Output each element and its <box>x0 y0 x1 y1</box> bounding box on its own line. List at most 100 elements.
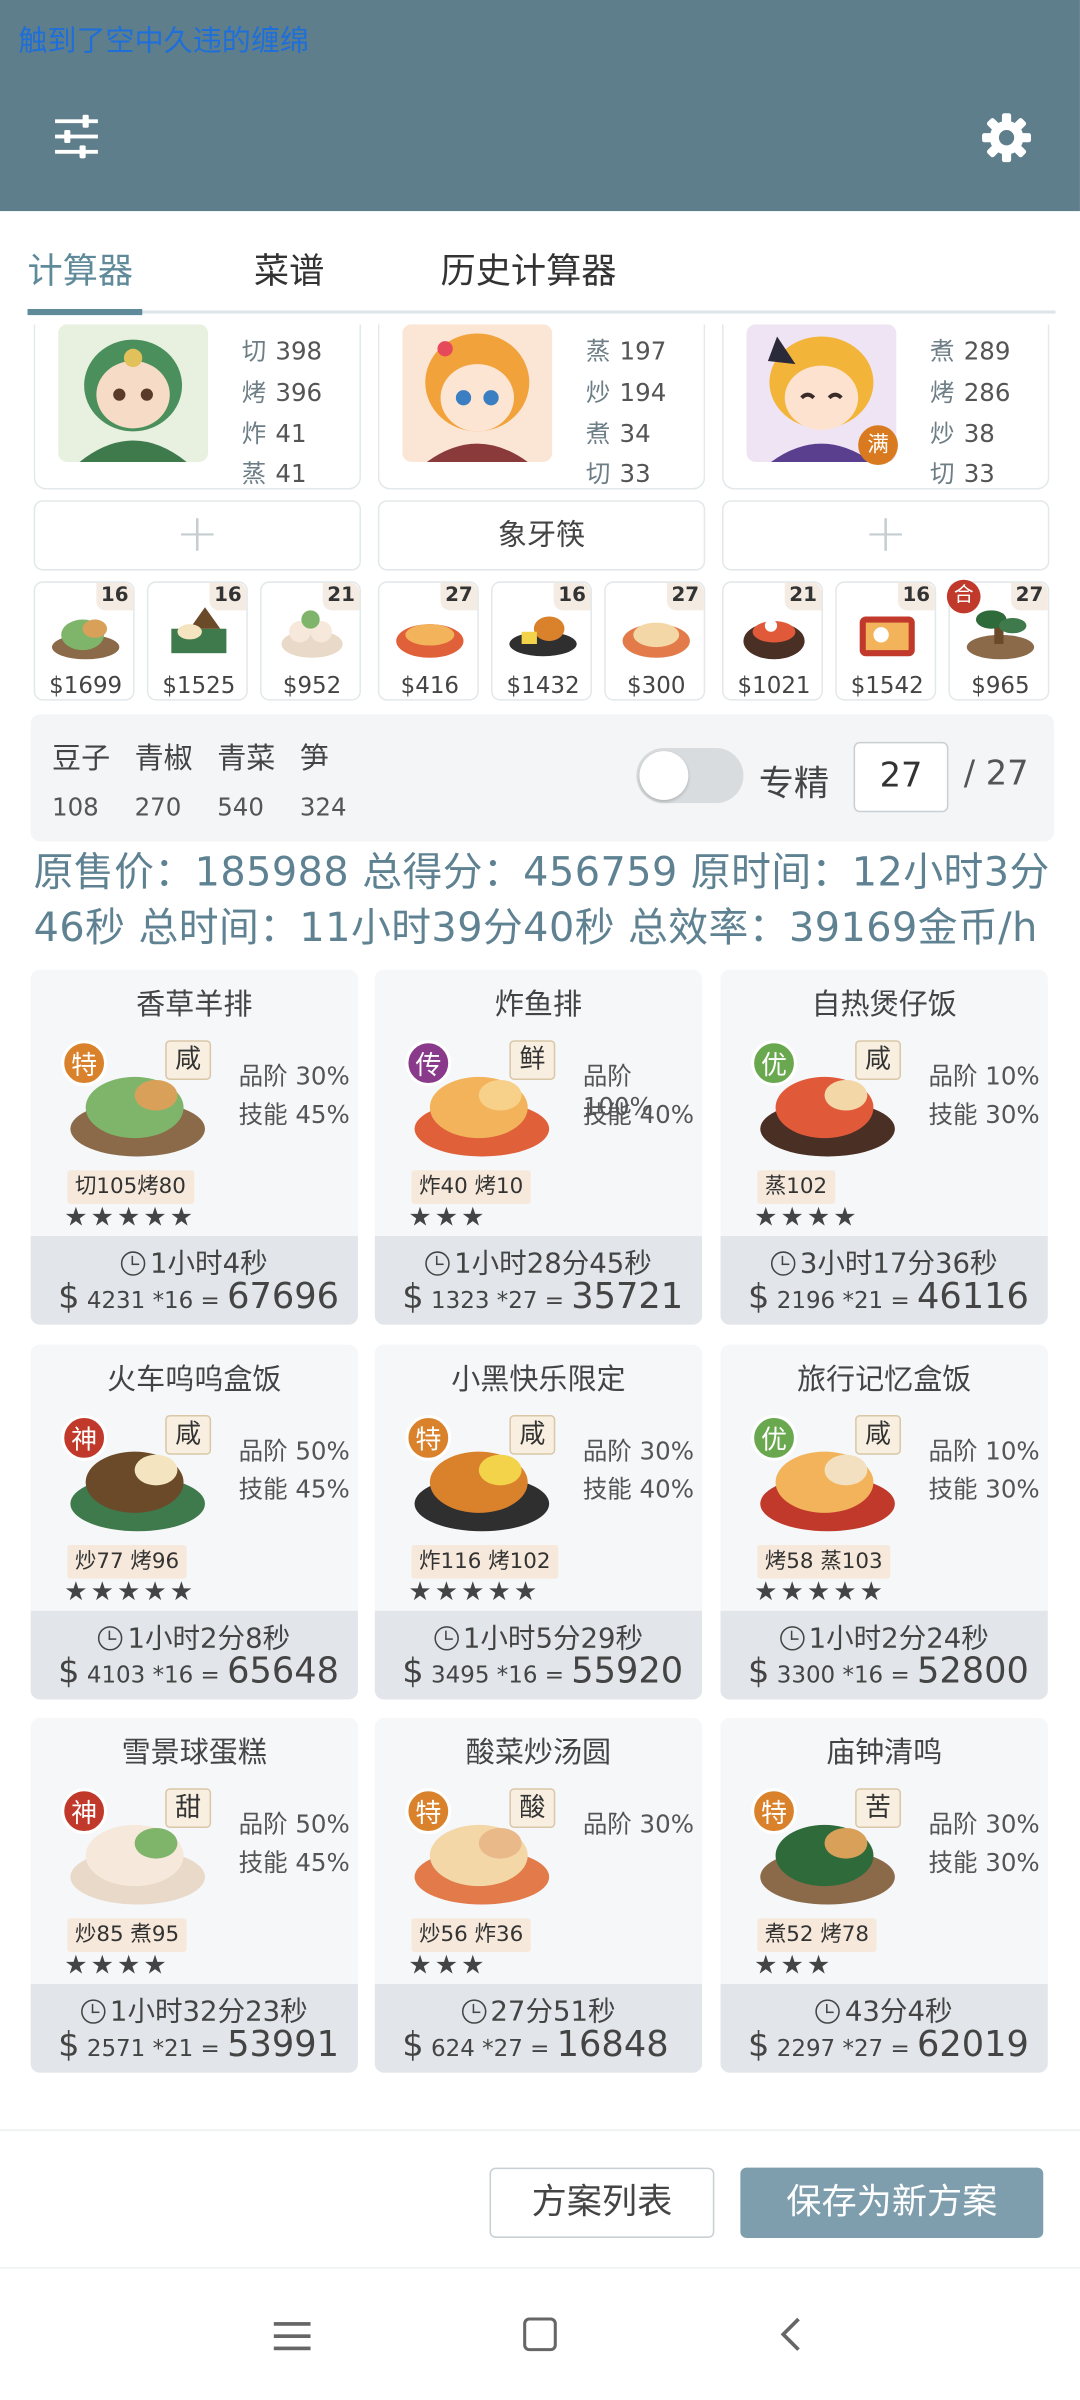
clock-icon <box>98 1626 123 1651</box>
ingredient-item: 笋 324 <box>299 741 347 822</box>
clock-icon <box>80 1999 106 2024</box>
recipe-stats: 27分51秒 $ 624 *27 = 16848 <box>374 1984 703 2073</box>
skill-bonus: 技能 30% <box>928 1847 1040 1877</box>
tab-recipes[interactable]: 菜谱 <box>254 242 324 294</box>
mastery-label: 专精 <box>758 764 830 805</box>
tab-history-calculator[interactable]: 历史计算器 <box>441 242 617 294</box>
recipe-card[interactable]: 旅行记忆盒饭优咸品阶 10% 技能 30% 烤58 蒸103 ★★★★★ 1小时2分24… <box>720 1344 1048 1700</box>
star-rating: ★★★ <box>408 1950 488 1981</box>
mastery-level-input[interactable]: 27 <box>853 741 949 813</box>
recipe-card[interactable]: 小黑快乐限定特咸品阶 30% 技能 40% 炸116 烤102 ★★★★★ 1小时5分2… <box>374 1344 703 1700</box>
recipe-stats: 1小时32分23秒 $ 2571 *21 = 53991 <box>30 1984 358 2073</box>
income-calculation: $ 624 *27 = 16848 <box>402 2025 669 2066</box>
recipe-stats: 1小时5分29秒 $ 3495 *16 = 55920 <box>374 1610 703 1700</box>
dish-thumb[interactable]: 21 $1021 <box>722 581 823 701</box>
flavor-badge: 甜 <box>165 1788 212 1828</box>
rarity-badge: 优 <box>751 1040 797 1087</box>
dish-thumb[interactable]: 16 $1525 <box>146 581 248 701</box>
recipe-card[interactable]: 火车呜呜盒饭神咸品阶 50% 技能 45% 炒77 烤96 ★★★★★ 1小时2分8秒 $… <box>30 1344 358 1700</box>
recipe-name: 自热煲仔饭 <box>811 988 957 1022</box>
dish-thumb[interactable]: 21 $952 <box>260 581 362 701</box>
chef-avatar <box>58 324 209 462</box>
plan-list-button[interactable]: 方案列表 <box>489 2167 715 2238</box>
equipment-slot-1-add[interactable]: + <box>33 500 362 571</box>
star-rating: ★★★★ <box>64 1950 170 1981</box>
tab-divider <box>27 310 1056 314</box>
clock-icon <box>779 1626 805 1651</box>
recipe-card[interactable]: 庙钟清鸣特苦品阶 30% 技能 30% 煮52 烤78 ★★★ 43分4秒 $ 2297 … <box>720 1717 1048 2073</box>
income-calculation: $ 3300 *16 = 52800 <box>748 1652 1029 1692</box>
save-new-plan-button[interactable]: 保存为新方案 <box>740 2167 1044 2238</box>
skill-bonus: 技能 45% <box>238 1099 350 1129</box>
back-icon[interactable] <box>772 2314 812 2354</box>
sliders-icon[interactable] <box>52 113 101 159</box>
rarity-badge: 特 <box>751 1788 797 1835</box>
cook-time: 27分51秒 <box>375 1990 702 2030</box>
skill-requirements: 切105烤80 <box>67 1170 194 1204</box>
dish-thumb[interactable]: 16 $1432 <box>491 581 592 701</box>
ingredients-panel: 豆子 108 青椒 270 青菜 540 笋 324 专精 27 / 27 <box>30 714 1054 842</box>
cook-time: 1小时4秒 <box>31 1242 358 1282</box>
quality-bonus: 品阶 50% <box>238 1436 350 1466</box>
quality-bonus: 品阶 30% <box>238 1061 350 1091</box>
skill-requirements: 煮52 烤78 <box>757 1918 877 1952</box>
app-screen: 触到了空中久违的缠绵 计算器 菜谱 历史计算器 切 398 烤 396 炸 41… <box>0 0 1080 2400</box>
ingredient-item: 青菜 540 <box>217 741 276 822</box>
recipe-stats: 1小时4秒 $ 4231 *16 = 67696 <box>30 1235 358 1325</box>
mastery-toggle[interactable] <box>636 748 744 804</box>
clock-icon <box>770 1251 796 1276</box>
chef-card-3[interactable]: 满 煮 289 烤 286 炒 38 切 33 <box>722 324 1050 490</box>
flavor-badge: 咸 <box>165 1040 212 1080</box>
equipment-slot-2[interactable]: 象牙筷 <box>377 500 706 571</box>
recipe-card[interactable]: 雪景球蛋糕神甜品阶 50% 技能 45% 炒85 煮95 ★★★★ 1小时32分23秒 $… <box>30 1717 358 2073</box>
star-rating: ★★★★★ <box>408 1577 541 1608</box>
recipe-card[interactable]: 炸鱼排传鲜品阶 100% 技能 40% 炸40 烤10 ★★★ 1小时28分45秒 $ 1… <box>374 969 703 1325</box>
app-title: 触到了空中久违的缠绵 <box>18 24 310 59</box>
recipe-stats: 3小时17分36秒 $ 2196 *21 = 46116 <box>720 1235 1048 1325</box>
cook-time: 1小时28分45秒 <box>375 1242 702 1282</box>
plus-icon: + <box>175 503 220 565</box>
skill-bonus: 技能 30% <box>928 1474 1040 1504</box>
app-header: 触到了空中久违的缠绵 <box>0 0 1080 212</box>
chef-avatar <box>402 324 553 462</box>
mastery-level-max: / 27 <box>963 755 1029 794</box>
gear-icon[interactable] <box>979 110 1034 165</box>
home-icon[interactable] <box>523 2317 557 2352</box>
system-nav-bar <box>0 2267 1080 2400</box>
recipe-stats: 1小时28分45秒 $ 1323 *27 = 35721 <box>374 1235 703 1325</box>
dish-thumb[interactable]: 27 $300 <box>604 581 706 701</box>
flavor-badge: 咸 <box>165 1414 212 1455</box>
quality-bonus: 品阶 50% <box>238 1809 350 1839</box>
income-calculation: $ 2297 *27 = 62019 <box>748 2025 1029 2066</box>
rarity-badge: 神 <box>61 1414 108 1461</box>
clock-icon <box>120 1251 146 1276</box>
income-calculation: $ 2196 *21 = 46116 <box>748 1277 1029 1318</box>
income-calculation: $ 4231 *16 = 67696 <box>58 1277 340 1318</box>
dish-thumb[interactable]: 16 $1542 <box>835 581 937 701</box>
recipe-card[interactable]: 自热煲仔饭优咸品阶 10% 技能 30% 蒸102 ★★★★ 3小时17分36秒 $ 21… <box>720 969 1048 1325</box>
chef-card-2[interactable]: 蒸 197 炒 194 煮 34 切 33 <box>377 324 706 490</box>
recipe-card[interactable]: 酸菜炒汤圆特酸品阶 30% 炒56 炸36 ★★★ 27分51秒 $ 624 *27 =… <box>374 1717 703 2073</box>
recipe-name: 香草羊排 <box>136 988 253 1022</box>
skill-bonus: 技能 40% <box>582 1474 694 1504</box>
clock-icon <box>433 1626 459 1651</box>
ingredient-item: 豆子 108 <box>52 741 111 822</box>
clock-icon <box>461 1999 486 2024</box>
toggle-knob <box>639 751 689 801</box>
dish-thumb[interactable]: 27 $416 <box>377 581 479 701</box>
recipe-name: 旅行记忆盒饭 <box>796 1362 972 1397</box>
quality-bonus: 品阶 30% <box>582 1809 694 1839</box>
star-rating: ★★★★ <box>754 1202 860 1233</box>
flavor-badge: 咸 <box>855 1414 901 1455</box>
recipe-card[interactable]: 香草羊排特咸品阶 30% 技能 45% 切105烤80 ★★★★★ 1小时4秒 $ 423… <box>30 969 358 1325</box>
dish-thumb[interactable]: 16 $1699 <box>33 581 135 701</box>
menu-icon[interactable] <box>272 2319 312 2353</box>
plus-icon: + <box>863 503 908 565</box>
income-calculation: $ 2571 *21 = 53991 <box>58 2025 340 2066</box>
dish-thumb-selected[interactable]: 27 合 $965 <box>946 579 1050 701</box>
chef-card-1[interactable]: 切 398 烤 396 炸 41 蒸 41 <box>33 324 362 490</box>
equipment-slot-3-add[interactable]: + <box>722 500 1050 571</box>
tab-calculator[interactable]: 计算器 <box>28 242 134 294</box>
cook-time: 1小时5分29秒 <box>375 1617 702 1657</box>
skill-requirements: 炸40 烤10 <box>411 1170 531 1204</box>
